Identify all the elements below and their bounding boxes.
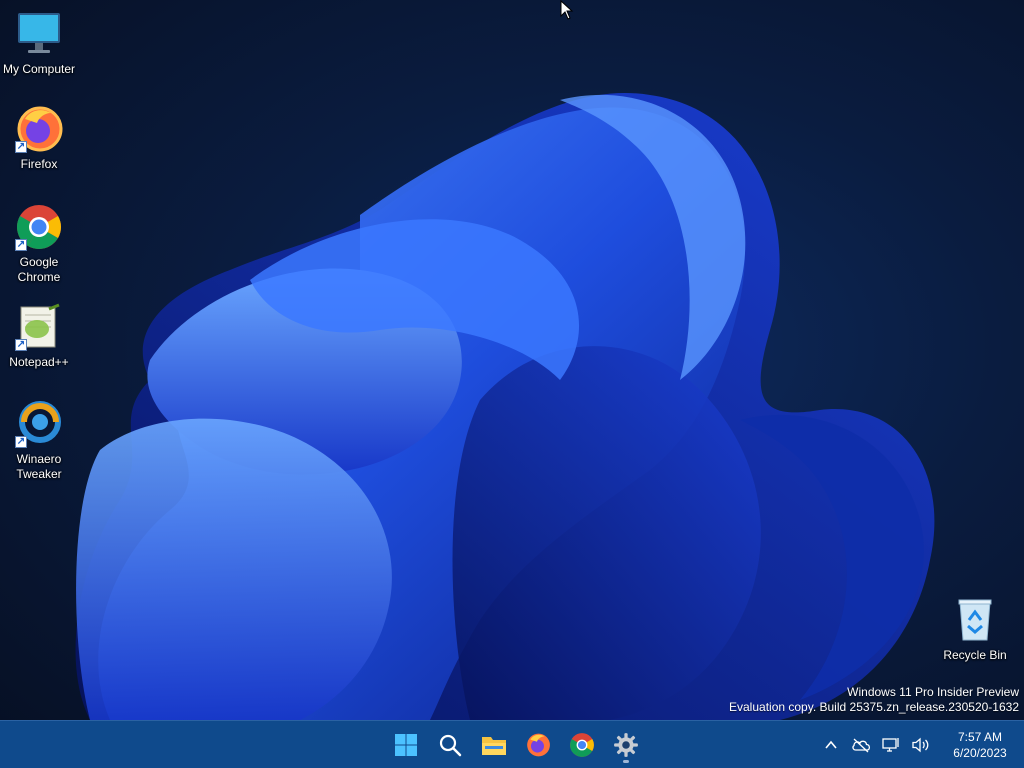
system-tray: 7:57 AM 6/20/2023 bbox=[816, 721, 1024, 768]
desktop-icon-label: Recycle Bin bbox=[943, 648, 1007, 662]
start-icon bbox=[395, 733, 417, 756]
shortcut-arrow-icon: ↗ bbox=[15, 239, 27, 251]
notepadpp-icon: ↗ bbox=[15, 303, 63, 351]
monitor-icon bbox=[15, 10, 63, 58]
running-indicator bbox=[623, 759, 629, 763]
firefox-icon bbox=[527, 733, 550, 756]
volume-icon bbox=[912, 737, 929, 752]
desktop-icon-my-computer[interactable]: My Computer bbox=[1, 10, 77, 77]
watermark-build: Evaluation copy. Build 25375.zn_release.… bbox=[729, 700, 1019, 714]
shortcut-arrow-icon: ↗ bbox=[15, 141, 27, 153]
taskbar-chrome-button[interactable] bbox=[562, 725, 602, 765]
show-hidden-icons-button[interactable] bbox=[819, 733, 843, 757]
settings-icon bbox=[614, 732, 638, 757]
desktop-icon-label: Notepad++ bbox=[9, 355, 69, 369]
network-icon bbox=[882, 737, 899, 752]
chrome-icon bbox=[570, 732, 594, 757]
wallpaper bbox=[75, 92, 935, 720]
clock-time: 7:57 AM bbox=[957, 729, 1003, 744]
file-explorer-button[interactable] bbox=[474, 725, 514, 765]
file-explorer-icon bbox=[482, 736, 506, 755]
desktop-icon-label: Winaero Tweaker bbox=[16, 452, 62, 481]
volume-button[interactable] bbox=[909, 733, 933, 757]
onedrive-icon bbox=[852, 738, 871, 752]
chevron-up-icon bbox=[825, 740, 837, 749]
desktop-icon-label: My Computer bbox=[2, 62, 76, 76]
desktop-icon-winaero-tweaker[interactable]: ↗ Winaero Tweaker bbox=[1, 400, 77, 482]
taskbar-settings-button[interactable] bbox=[606, 725, 646, 765]
clock-date: 6/20/2023 bbox=[953, 745, 1007, 760]
search-button[interactable] bbox=[430, 725, 470, 765]
desktop[interactable]: My Computer ↗ Firefox ↗ Google Chrome ↗ … bbox=[0, 0, 1024, 720]
desktop-icon-notepadpp[interactable]: ↗ Notepad++ bbox=[1, 303, 77, 370]
desktop-icon-firefox[interactable]: ↗ Firefox bbox=[1, 105, 77, 172]
evaluation-watermark: Windows 11 Pro Insider Preview Evaluatio… bbox=[729, 685, 1019, 715]
recycle-bin-icon bbox=[951, 596, 999, 644]
winaero-icon: ↗ bbox=[15, 400, 63, 448]
desktop-icon-label: Google Chrome bbox=[17, 255, 61, 284]
chrome-icon: ↗ bbox=[15, 203, 63, 251]
desktop-icon-label: Firefox bbox=[20, 157, 58, 171]
desktop-icon-google-chrome[interactable]: ↗ Google Chrome bbox=[1, 203, 77, 285]
mouse-cursor-icon bbox=[560, 0, 574, 20]
shortcut-arrow-icon: ↗ bbox=[15, 339, 27, 351]
onedrive-button[interactable] bbox=[849, 733, 873, 757]
desktop-icon-recycle-bin[interactable]: Recycle Bin bbox=[937, 596, 1013, 663]
taskbar-firefox-button[interactable] bbox=[518, 725, 558, 765]
clock-button[interactable]: 7:57 AM 6/20/2023 bbox=[942, 729, 1018, 761]
taskbar-apps bbox=[384, 721, 648, 768]
taskbar: 7:57 AM 6/20/2023 bbox=[0, 720, 1024, 768]
network-button[interactable] bbox=[879, 733, 903, 757]
shortcut-arrow-icon: ↗ bbox=[15, 436, 27, 448]
search-icon bbox=[439, 734, 462, 756]
firefox-icon: ↗ bbox=[15, 105, 63, 153]
start-button[interactable] bbox=[386, 725, 426, 765]
watermark-edition: Windows 11 Pro Insider Preview bbox=[847, 685, 1019, 699]
